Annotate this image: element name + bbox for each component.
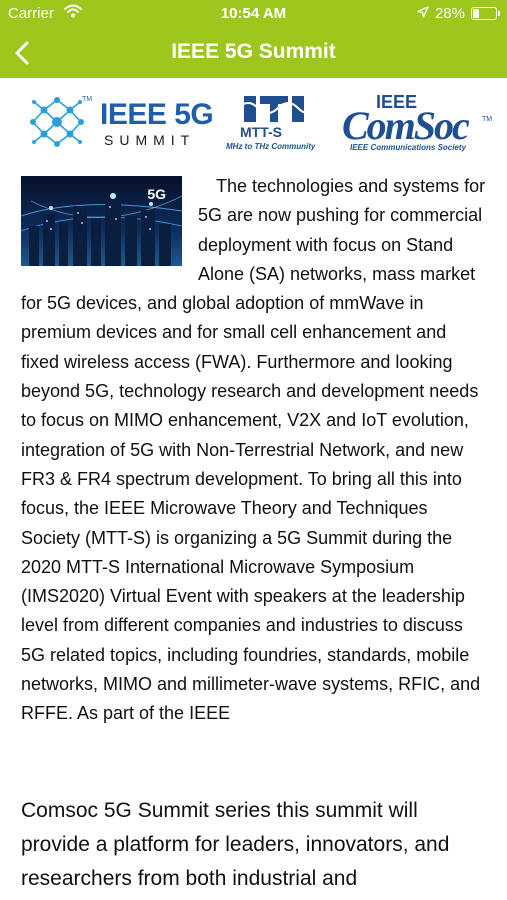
mtt-s-wordmark: MTT-S (240, 124, 282, 140)
battery-fill (473, 9, 479, 18)
battery-icon (471, 7, 500, 20)
comsoc-tagline: IEEE Communications Society (350, 143, 467, 152)
network-mark-icon (30, 97, 84, 147)
sponsor-logos: TM IEEE 5G SUMMIT MTT-S MHz to THz Commu… (0, 88, 507, 160)
ieee-5g-summit-logo: TM IEEE 5G SUMMIT (24, 94, 214, 150)
trademark-mark: TM (82, 96, 93, 103)
battery-nub (498, 11, 500, 16)
battery-percent: 28% (434, 5, 465, 22)
status-bar: Carrier 10:54 AM 28% (0, 0, 507, 28)
summit-wordmark: SUMMIT (104, 132, 196, 148)
status-right: 28% (417, 5, 500, 22)
5g-city-image: 5G (21, 176, 182, 266)
mtt-s-tagline: MHz to THz Community (226, 142, 316, 151)
nav-bar: IEEE 5G Summit (0, 28, 507, 78)
comsoc-wordmark: ComSoc (342, 103, 470, 148)
ieee-5g-wordmark: IEEE 5G (100, 98, 214, 131)
page-title: IEEE 5G Summit (171, 40, 336, 63)
article-continuation: Comsoc 5G Summit series this summit will… (21, 799, 450, 890)
trademark-mark: TM (482, 116, 493, 123)
ieee-comsoc-logo: IEEE ComSoc TM IEEE Communications Socie… (342, 92, 492, 154)
article-body: 5G The technologies and systems for 5G a… (21, 172, 487, 729)
5g-image-label: 5G (147, 186, 166, 202)
mtt-s-logo: MTT-S MHz to THz Community (226, 94, 322, 156)
location-arrow-icon (417, 5, 429, 22)
mtt-s-mark-icon (237, 96, 311, 122)
